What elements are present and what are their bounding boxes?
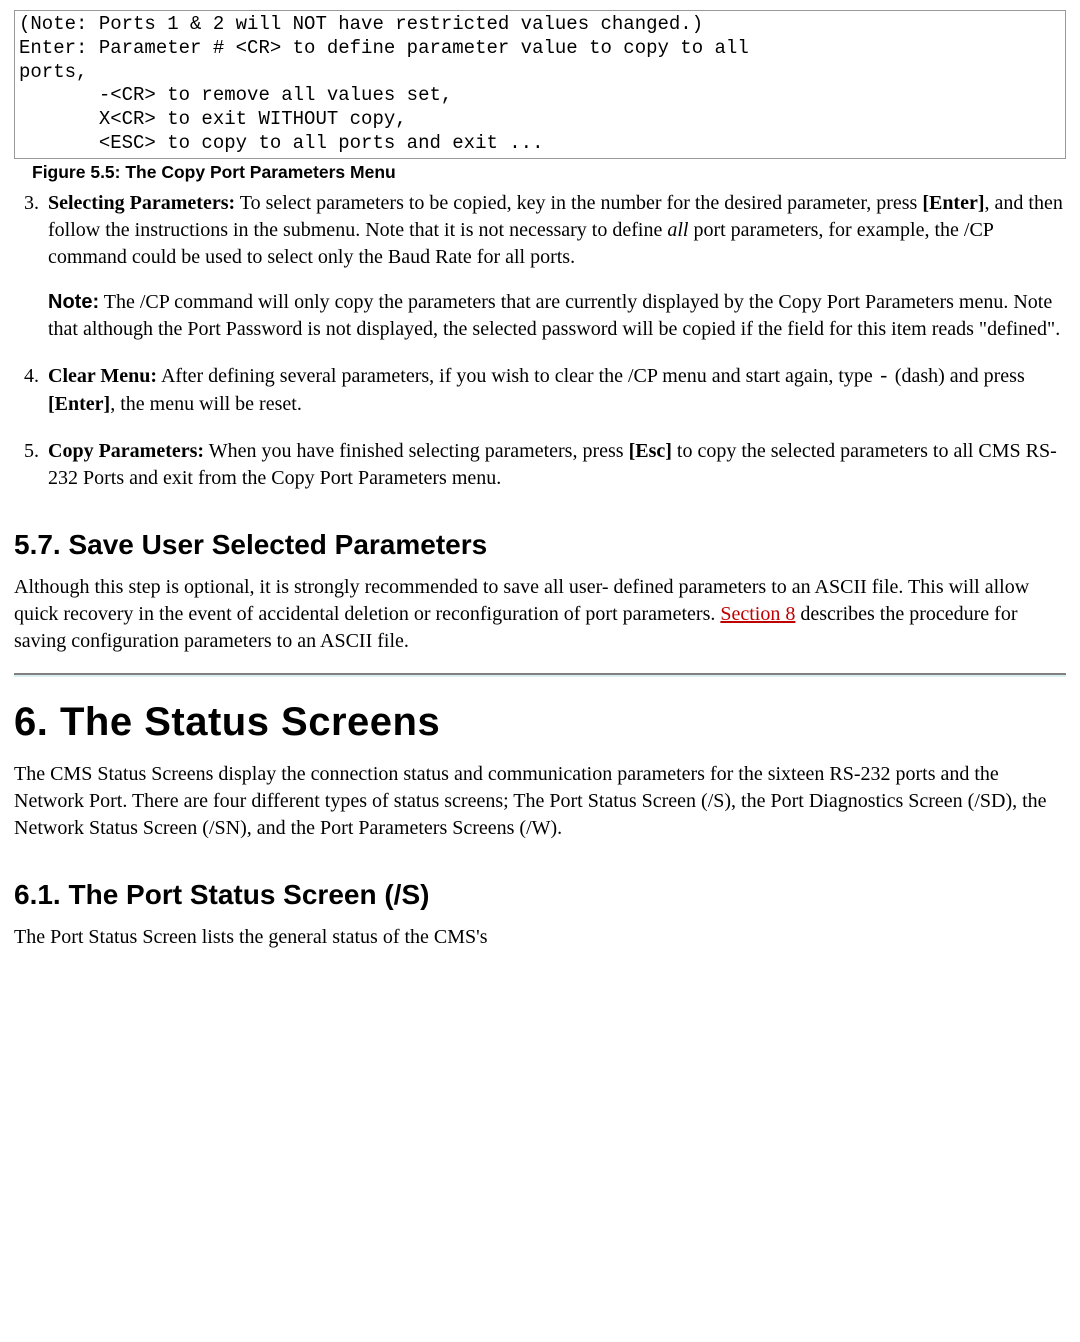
note-block: Note: The /CP command will only copy the… [48,289,1066,343]
section-5-7-heading: 5.7. Save User Selected Parameters [14,526,1066,564]
chapter-6-paragraph: The CMS Status Screens display the conne… [14,761,1066,842]
item-text: (dash) and press [890,365,1025,387]
dash-char: - [878,366,890,389]
item-text: After defining several parameters, if yo… [157,365,878,387]
esc-key: [Esc] [629,440,672,462]
code-line: (Note: Ports 1 & 2 will NOT have restric… [19,13,703,35]
item-text: , the menu will be reset. [110,393,302,415]
item-text: To select parameters to be copied, key i… [235,192,922,214]
enter-key: [Enter] [922,192,984,214]
item-lead: Clear Menu: [48,365,157,387]
section-8-link[interactable]: Section 8 [720,603,795,625]
note-text: The /CP command will only copy the param… [48,291,1060,340]
italic-all: all [667,219,688,241]
item-text: When you have finished selecting paramet… [204,440,629,462]
code-line: Enter: Parameter # <CR> to define parame… [19,37,749,59]
code-line: -<CR> to remove all values set, [19,84,452,106]
list-item-5: Copy Parameters: When you have finished … [44,438,1066,492]
figure-caption: Figure 5.5: The Copy Port Parameters Men… [32,161,1066,185]
code-line: <ESC> to copy to all ports and exit ... [19,132,544,154]
instruction-list: Selecting Parameters: To select paramete… [44,190,1066,492]
section-divider [14,673,1066,677]
code-block: (Note: Ports 1 & 2 will NOT have restric… [14,10,1066,159]
enter-key: [Enter] [48,393,110,415]
section-5-7-paragraph: Although this step is optional, it is st… [14,574,1066,655]
section-6-1-heading: 6.1. The Port Status Screen (/S) [14,876,1066,914]
item-lead: Selecting Parameters: [48,192,235,214]
note-label: Note: [48,291,99,313]
code-line: X<CR> to exit WITHOUT copy, [19,108,407,130]
chapter-6-heading: 6. The Status Screens [14,695,1066,749]
list-item-3: Selecting Parameters: To select paramete… [44,190,1066,343]
list-item-4: Clear Menu: After defining several param… [44,363,1066,418]
code-line: ports, [19,61,87,83]
section-6-1-paragraph: The Port Status Screen lists the general… [14,924,1066,951]
item-lead: Copy Parameters: [48,440,204,462]
